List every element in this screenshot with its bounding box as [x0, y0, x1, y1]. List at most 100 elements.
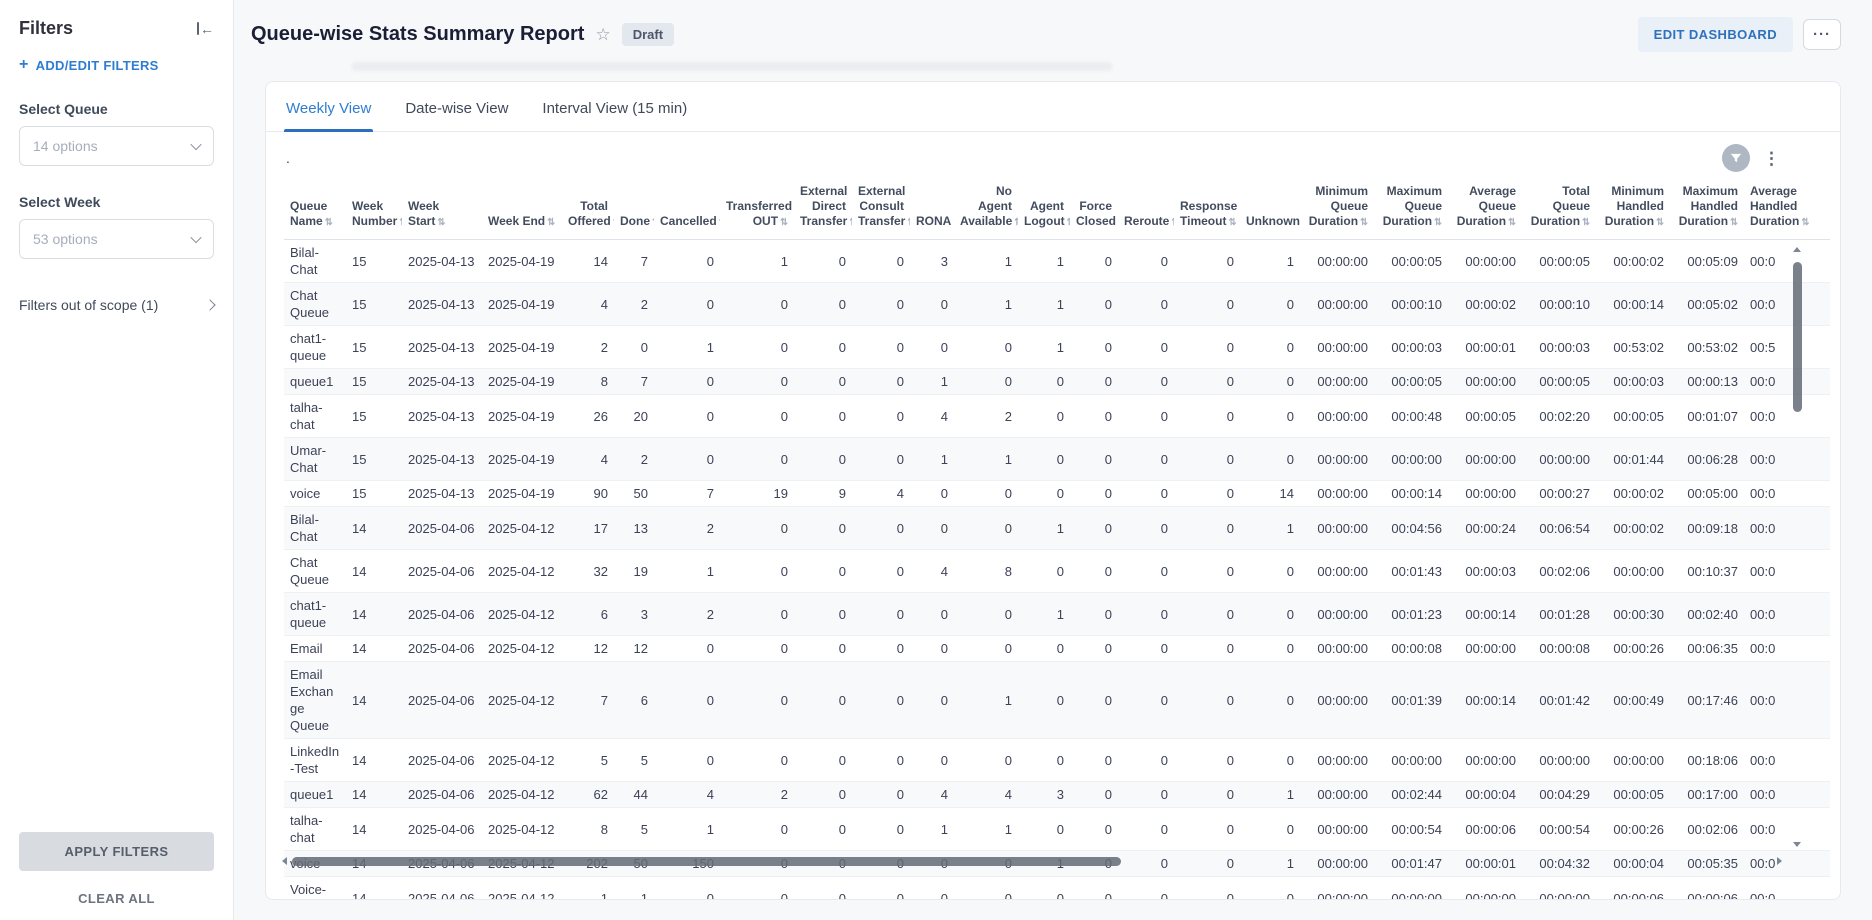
- column-header-minimum-handled-duration[interactable]: Minimum Handled Duration⇅: [1596, 178, 1670, 240]
- table-cell: 0: [1070, 593, 1118, 636]
- sort-icon: ⇅: [1360, 217, 1368, 228]
- table-cell: 00:05:02: [1670, 283, 1744, 326]
- column-header-maximum-queue-duration[interactable]: Maximum Queue Duration⇅: [1374, 178, 1448, 240]
- table-cell: 0: [1018, 438, 1070, 481]
- column-header-external-direct-transfer[interactable]: External Direct Transfer⇅: [794, 178, 852, 240]
- filters-out-of-scope-label: Filters out of scope (1): [19, 297, 158, 313]
- vertical-scroll-track[interactable]: [1793, 256, 1802, 838]
- table-cell: 0: [1118, 395, 1174, 438]
- vertical-scroll-thumb[interactable]: [1793, 262, 1802, 412]
- column-header-queue-name[interactable]: Queue Name⇅: [284, 178, 346, 240]
- column-header-force-closed[interactable]: Force Closed⇅: [1070, 178, 1118, 240]
- tab-date-wise-view[interactable]: Date-wise View: [403, 82, 510, 131]
- more-options-button[interactable]: ···: [1803, 19, 1841, 50]
- table-cell: 00:00:00: [1300, 636, 1374, 662]
- table-cell: 0: [794, 593, 852, 636]
- table-cell: chat1-queue: [284, 593, 346, 636]
- table-cell: 0: [852, 369, 910, 395]
- scroll-left-icon[interactable]: [282, 857, 287, 865]
- column-header-label: Week Number: [352, 199, 397, 228]
- add-edit-filters-button[interactable]: + ADD/EDIT FILTERS: [19, 57, 214, 73]
- table-cell: 7: [562, 662, 614, 739]
- table-cell: 0: [1240, 662, 1300, 739]
- table-cell: 00:02:40: [1670, 593, 1744, 636]
- horizontal-scroll-track[interactable]: [292, 857, 1772, 866]
- table-cell: 0: [614, 326, 654, 369]
- table-cell: 00:02:20: [1522, 395, 1596, 438]
- table-cell: 0: [954, 481, 1018, 507]
- column-header-reroute[interactable]: Reroute⇅: [1118, 178, 1174, 240]
- column-header-week-number[interactable]: Week Number⇅: [346, 178, 402, 240]
- table-cell: Bilal-Chat: [284, 240, 346, 283]
- column-header-external-consult-transfer[interactable]: External Consult Transfer⇅: [852, 178, 910, 240]
- table-row: LinkedIn-Test142025-04-062025-04-1255000…: [284, 739, 1830, 782]
- table-head: Queue Name⇅Week Number⇅Week Start⇅Week E…: [284, 178, 1830, 240]
- horizontal-scroll-thumb[interactable]: [292, 857, 1121, 866]
- column-header-rona[interactable]: RONA⇅: [910, 178, 954, 240]
- table-cell: 0: [910, 636, 954, 662]
- column-header-response-timeout[interactable]: Response Timeout⇅: [1174, 178, 1240, 240]
- column-header-week-start[interactable]: Week Start⇅: [402, 178, 482, 240]
- table-cell: 0: [1174, 550, 1240, 593]
- horizontal-scrollbar[interactable]: [282, 855, 1782, 867]
- column-header-done[interactable]: Done⇅: [614, 178, 654, 240]
- tab-interval-view-15-min[interactable]: Interval View (15 min): [540, 82, 689, 131]
- table-cell: 00:00:30: [1596, 593, 1670, 636]
- table-cell: 2: [614, 438, 654, 481]
- tab-weekly-view[interactable]: Weekly View: [284, 82, 373, 131]
- table-cell: 0: [794, 739, 852, 782]
- table-kebab-menu[interactable]: ⋮: [1763, 150, 1780, 167]
- table-cell: 2025-04-12: [482, 739, 562, 782]
- column-header-no-agent-available[interactable]: No Agent Available⇅: [954, 178, 1018, 240]
- edit-dashboard-button[interactable]: EDIT DASHBOARD: [1638, 17, 1793, 52]
- column-header-unknown[interactable]: Unknown⇅: [1240, 178, 1300, 240]
- table-row: queue1152025-04-132025-04-19870000100000…: [284, 369, 1830, 395]
- column-header-agent-logout[interactable]: Agent Logout⇅: [1018, 178, 1070, 240]
- filters-out-of-scope-toggle[interactable]: Filters out of scope (1): [19, 297, 214, 313]
- table-cell: 00:0: [1744, 481, 1830, 507]
- column-header-minimum-queue-duration[interactable]: Minimum Queue Duration⇅: [1300, 178, 1374, 240]
- scroll-down-icon[interactable]: [1793, 842, 1801, 847]
- table-cell: 15: [346, 395, 402, 438]
- star-icon[interactable]: ☆: [595, 25, 610, 45]
- column-header-cancelled[interactable]: Cancelled⇅: [654, 178, 720, 240]
- add-edit-filters-label: ADD/EDIT FILTERS: [36, 58, 159, 73]
- vertical-scrollbar[interactable]: [1792, 247, 1802, 847]
- table-cell: 2025-04-19: [482, 395, 562, 438]
- table-cell: 0: [1018, 395, 1070, 438]
- scroll-up-icon[interactable]: [1793, 247, 1801, 252]
- column-header-total-offered[interactable]: Total Offered⇅: [562, 178, 614, 240]
- column-header-total-queue-duration[interactable]: Total Queue Duration⇅: [1522, 178, 1596, 240]
- table-cell: 0: [1118, 283, 1174, 326]
- table-cell: 0: [1240, 593, 1300, 636]
- column-header-average-queue-duration[interactable]: Average Queue Duration⇅: [1448, 178, 1522, 240]
- table-cell: 0: [720, 395, 794, 438]
- table-cell: 0: [794, 369, 852, 395]
- table-cell: 0: [1018, 550, 1070, 593]
- apply-filters-button[interactable]: APPLY FILTERS: [19, 832, 214, 871]
- column-header-week-end[interactable]: Week End⇅: [482, 178, 562, 240]
- table-cell: 00:00:00: [1448, 369, 1522, 395]
- scroll-right-icon[interactable]: [1777, 857, 1782, 865]
- table-cell: 00:00:00: [1596, 739, 1670, 782]
- column-header-maximum-handled-duration[interactable]: Maximum Handled Duration⇅: [1670, 178, 1744, 240]
- column-header-average-handled-duration[interactable]: Average Handled Duration⇅: [1744, 178, 1830, 240]
- table-cell: queue1: [284, 782, 346, 808]
- table-row: voice152025-04-132025-04-199050719940000…: [284, 481, 1830, 507]
- table-cell: 0: [852, 550, 910, 593]
- page-title: Queue-wise Stats Summary Report: [251, 23, 584, 46]
- table-cell: 0: [794, 395, 852, 438]
- table-cell: 0: [910, 326, 954, 369]
- table-cell: 0: [1070, 326, 1118, 369]
- clear-all-button[interactable]: CLEAR ALL: [78, 891, 155, 906]
- table-cell: 00:00:00: [1596, 550, 1670, 593]
- table-cell: 00:01:43: [1374, 550, 1448, 593]
- collapse-sidebar-icon[interactable]: ←: [197, 22, 214, 36]
- table-cell: 4: [562, 438, 614, 481]
- table-cell: 00:01:28: [1522, 593, 1596, 636]
- select-week-dropdown[interactable]: 53 options: [19, 219, 214, 259]
- select-queue-dropdown[interactable]: 14 options: [19, 126, 214, 166]
- table-filter-button[interactable]: [1722, 144, 1750, 172]
- table-cell: 2: [654, 593, 720, 636]
- column-header-transferred-out[interactable]: Transferred OUT⇅: [720, 178, 794, 240]
